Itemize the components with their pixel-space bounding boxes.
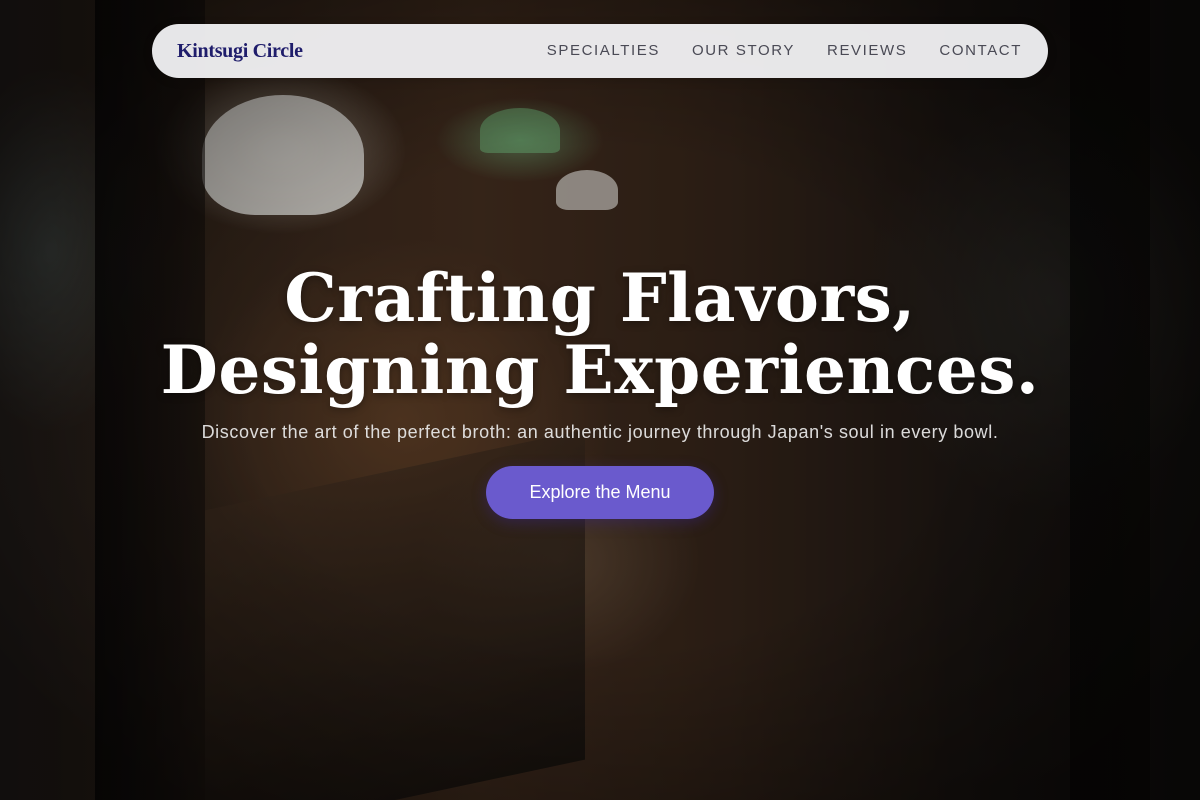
hero-title-line-2: Designing Experiences.: [160, 331, 1040, 409]
hero-subtitle: Discover the art of the perfect broth: a…: [201, 422, 999, 442]
brand-logo[interactable]: Kintsugi Circle: [177, 40, 303, 63]
nav-link-specialties[interactable]: SPECIALTIES: [547, 42, 660, 59]
nav-link-our-story[interactable]: OUR STORY: [692, 42, 795, 59]
nav-item-specialties: SPECIALTIES: [547, 42, 660, 60]
nav-link-contact[interactable]: CONTACT: [939, 42, 1022, 59]
nav-item-our-story: OUR STORY: [692, 42, 795, 60]
nav-item-contact: CONTACT: [939, 42, 1022, 60]
hero-title: Crafting Flavors, Designing Experiences.: [0, 262, 1200, 406]
nav-item-reviews: REVIEWS: [827, 42, 907, 60]
hero-section: Crafting Flavors, Designing Experiences.…: [0, 262, 1200, 519]
explore-menu-button[interactable]: Explore the Menu: [486, 466, 714, 519]
navbar: Kintsugi Circle SPECIALTIES OUR STORY RE…: [152, 24, 1048, 78]
nav-links: SPECIALTIES OUR STORY REVIEWS CONTACT: [547, 42, 1022, 60]
nav-link-reviews[interactable]: REVIEWS: [827, 42, 907, 59]
hero-title-line-1: Crafting Flavors,: [284, 259, 916, 337]
